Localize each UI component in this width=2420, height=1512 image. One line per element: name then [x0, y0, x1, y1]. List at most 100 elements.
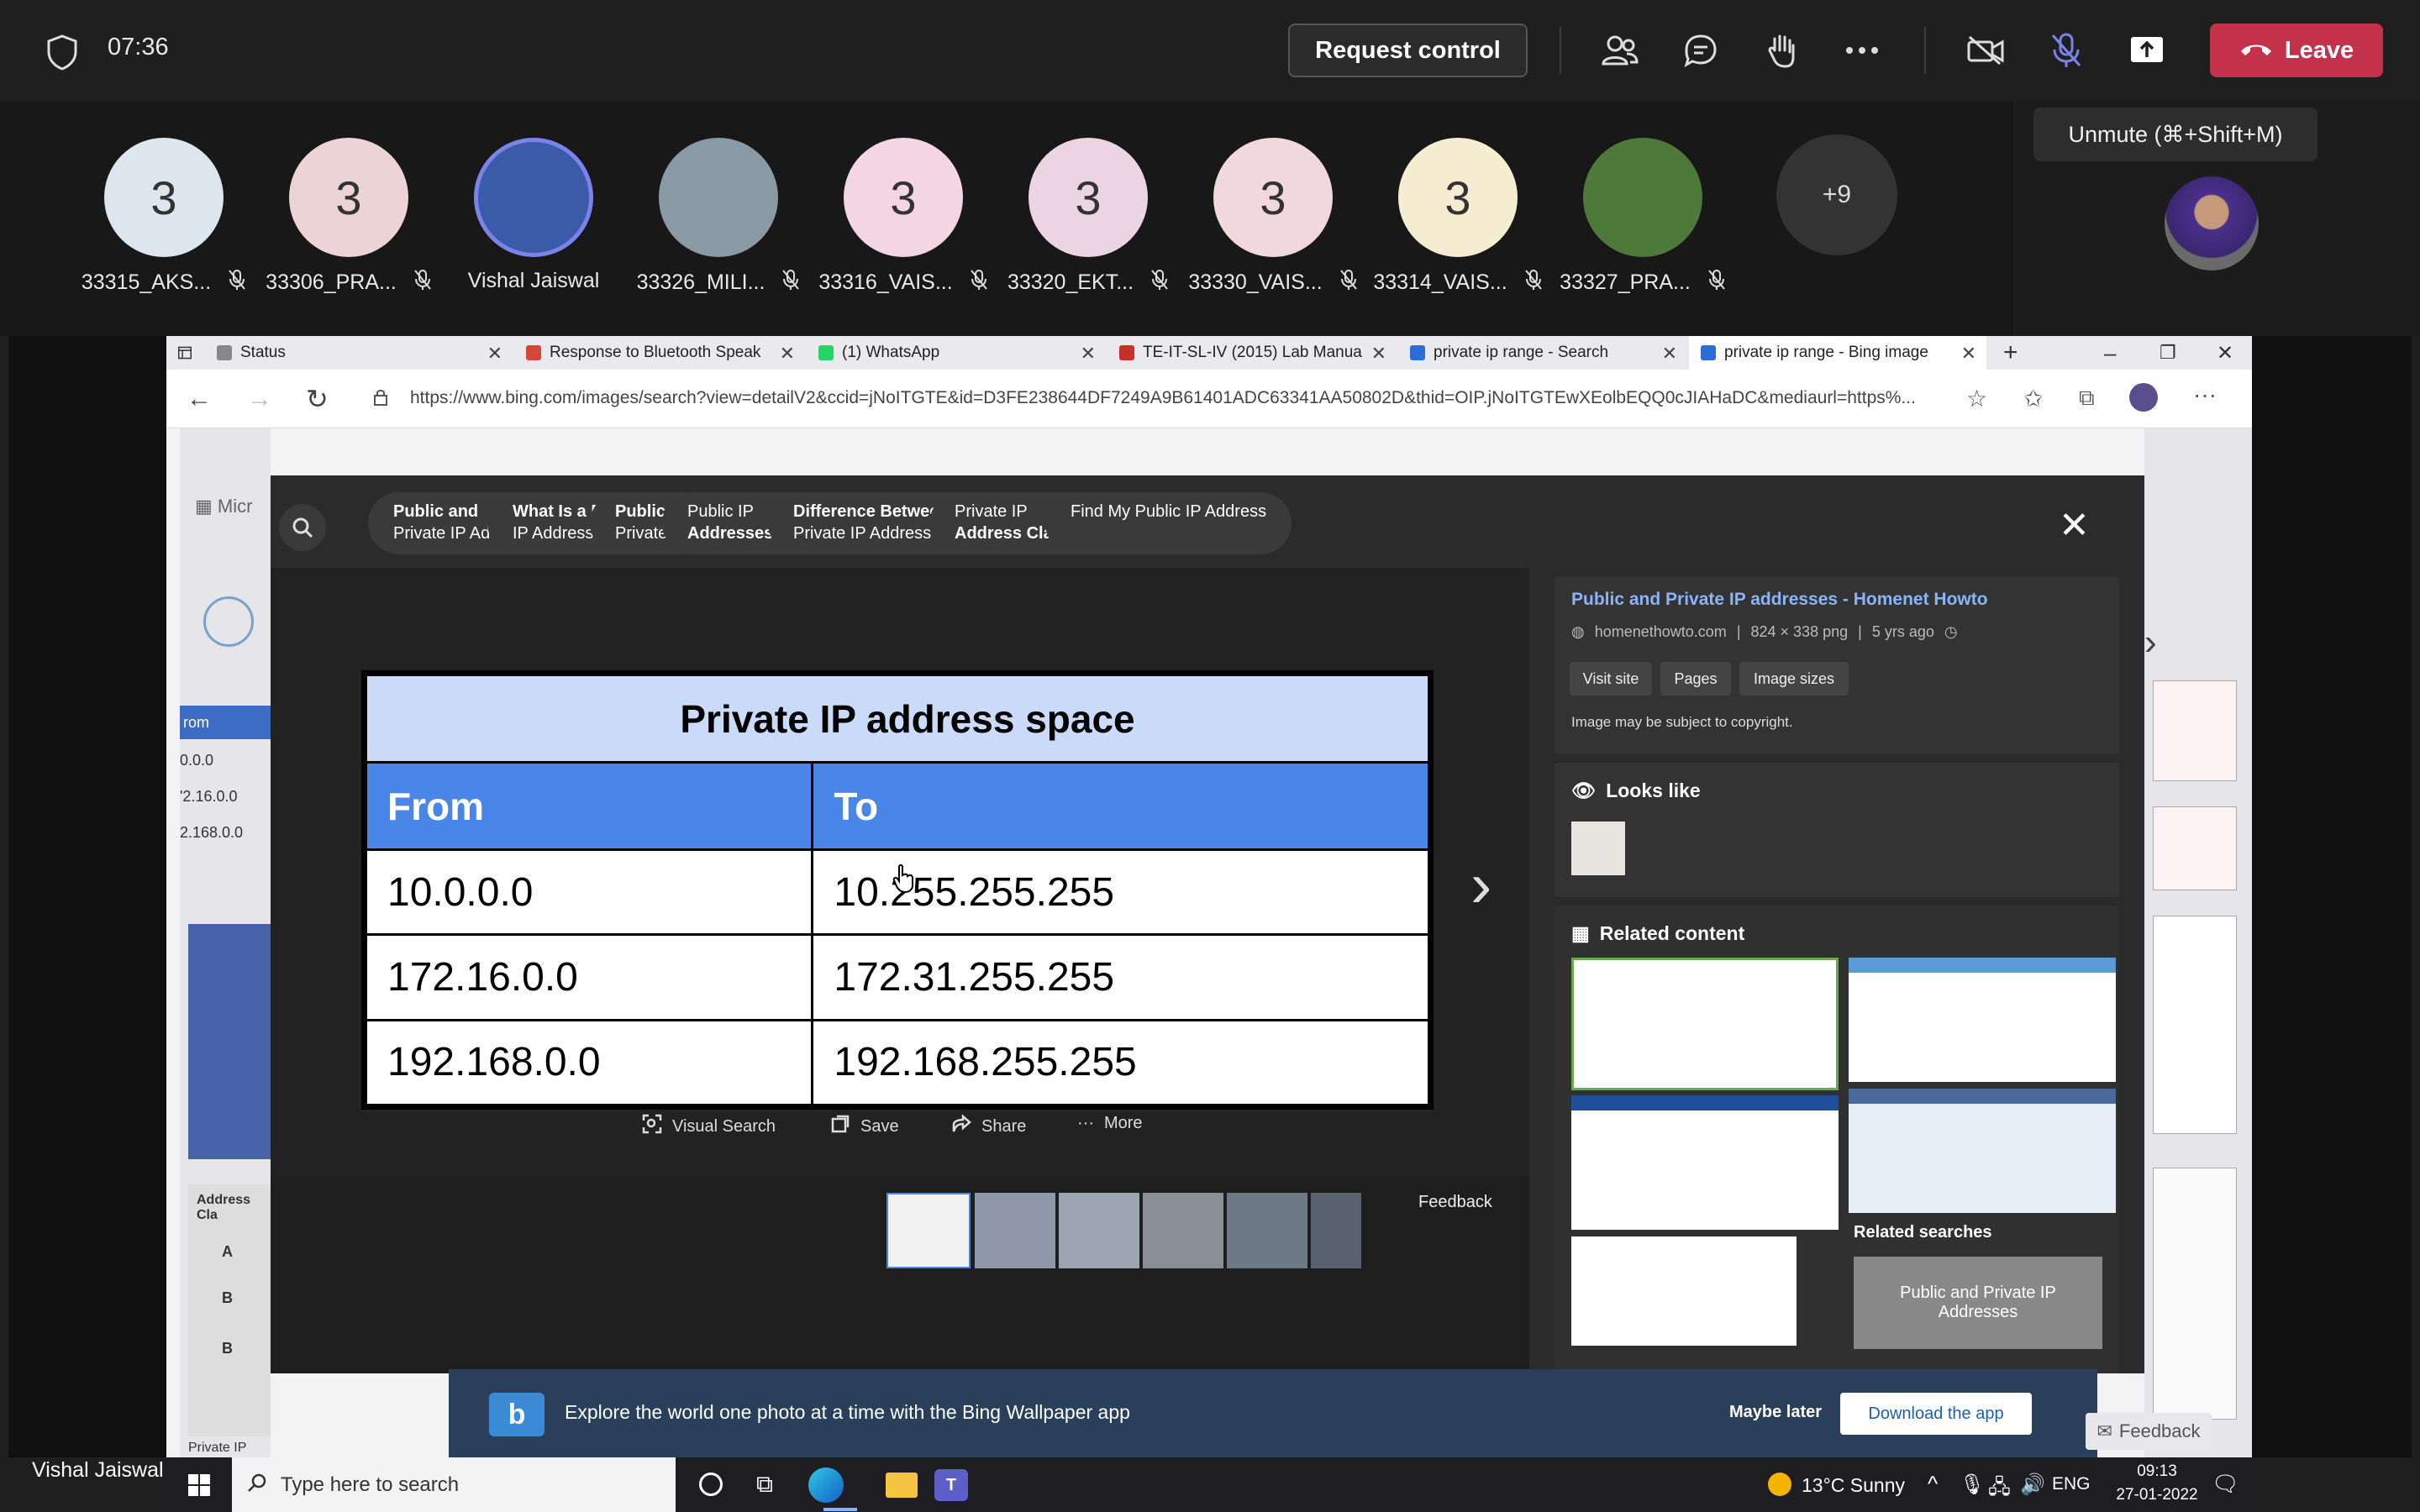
filmstrip-thumb[interactable] — [1143, 1193, 1223, 1268]
related-thumb[interactable] — [1571, 1236, 1797, 1346]
save-button[interactable]: Save — [830, 1114, 899, 1139]
leave-button[interactable]: Leave — [2210, 24, 2383, 77]
camera-off-icon[interactable] — [1962, 27, 2009, 74]
participant-name: 33326_MILI... — [636, 270, 765, 294]
overflow-participants-badge[interactable]: +9 — [1776, 134, 1897, 255]
tab-favicon-icon — [526, 345, 541, 360]
next-results-chevron-icon[interactable]: › — [2144, 622, 2157, 664]
tray-chevron-icon[interactable]: ^ — [1928, 1471, 1938, 1497]
participant-tile[interactable]: 3 33320_EKT... — [1007, 138, 1168, 297]
filmstrip-thumb-active[interactable] — [886, 1193, 971, 1268]
new-tab-button[interactable]: + — [1991, 336, 2022, 370]
windows-start-icon[interactable] — [188, 1474, 210, 1500]
related-thumb[interactable] — [1849, 958, 2116, 1082]
people-icon[interactable] — [1597, 27, 1644, 74]
close-tab-icon[interactable]: ✕ — [1371, 343, 1386, 365]
edge-browser-icon[interactable] — [808, 1467, 844, 1503]
table-header-to: To — [811, 761, 1430, 851]
close-tab-icon[interactable]: ✕ — [1081, 343, 1096, 365]
pages-button[interactable]: Pages — [1660, 662, 1731, 696]
maybe-later-button[interactable]: Maybe later — [1729, 1403, 1822, 1422]
browser-tab[interactable]: TE-IT-SL-IV (2015) Lab Manua ✕ — [1107, 336, 1397, 370]
related-thumb[interactable] — [1849, 1089, 2116, 1213]
share-screen-icon[interactable] — [2123, 27, 2170, 74]
participant-tile[interactable]: 3 33315_AKS... — [82, 138, 245, 297]
bg-thumb — [2153, 916, 2237, 1134]
cortana-icon[interactable] — [699, 1473, 723, 1496]
filmstrip-thumb[interactable] — [975, 1193, 1055, 1268]
related-thumb[interactable] — [1571, 958, 1839, 1090]
task-view-icon[interactable]: ⧉ — [756, 1471, 773, 1499]
clock-time[interactable]: 09:13 — [2111, 1462, 2203, 1481]
page-feedback-button[interactable]: ✉ Feedback — [2086, 1413, 2212, 1450]
network-icon[interactable]: 🖧 — [1988, 1473, 2011, 1507]
participant-tile[interactable]: Vishal Jaiswal — [458, 138, 609, 293]
related-thumb[interactable] — [1571, 1095, 1839, 1230]
favorites-icon[interactable]: ✩ — [2023, 385, 2043, 412]
more-options-icon[interactable] — [1839, 27, 1886, 74]
feedback-link[interactable]: Feedback — [1418, 1193, 1492, 1212]
close-tab-icon[interactable]: ✕ — [487, 343, 502, 365]
image-sizes-button[interactable]: Image sizes — [1739, 662, 1849, 696]
next-image-chevron-icon[interactable]: › — [1470, 853, 1491, 917]
participant-tile[interactable]: 33326_MILI... — [637, 138, 800, 297]
participant-tile[interactable]: 3 33316_VAIS... — [818, 138, 987, 297]
filmstrip-thumb[interactable] — [1227, 1193, 1307, 1268]
share-button[interactable]: Share — [951, 1114, 1026, 1139]
collections-icon[interactable]: ⧉ — [2079, 385, 2095, 412]
participant-tile[interactable]: 3 33306_PRA... — [266, 138, 431, 297]
refresh-icon[interactable]: ↻ — [306, 383, 329, 415]
browser-tab[interactable]: (1) WhatsApp ✕ — [807, 336, 1106, 370]
search-icon[interactable] — [279, 504, 326, 551]
image-info-panel: Public and Private IP addresses - Homene… — [1529, 568, 2144, 1373]
close-overlay-icon[interactable]: ✕ — [2059, 504, 2090, 547]
minimize-button[interactable]: – — [2092, 336, 2128, 370]
related-chip[interactable]: Find My Public IP Address — [1045, 492, 1292, 554]
browser-tab[interactable]: Response to Bluetooth Speak ✕ — [514, 336, 805, 370]
language-indicator[interactable]: ENG — [2052, 1474, 2091, 1494]
visit-site-button[interactable]: Visit site — [1570, 662, 1652, 696]
teams-app-icon[interactable]: T — [934, 1469, 968, 1501]
download-app-button[interactable]: Download the app — [1840, 1393, 2032, 1435]
browser-tab[interactable]: private ip range - Bing image ✕ — [1689, 336, 1986, 370]
tab-label: Response to Bluetooth Speak — [550, 344, 761, 361]
filmstrip-thumb[interactable] — [1059, 1193, 1139, 1268]
source-title[interactable]: Public and Private IP addresses - Homene… — [1571, 590, 1988, 610]
request-control-button[interactable]: Request control — [1288, 24, 1528, 77]
close-tab-icon[interactable]: ✕ — [780, 343, 795, 365]
url-field[interactable]: https://www.bing.com/images/search?view=… — [410, 388, 1916, 408]
participant-tile[interactable]: 33327_PRA... — [1560, 138, 1725, 297]
file-explorer-icon[interactable] — [886, 1473, 918, 1498]
back-icon[interactable]: ← — [187, 385, 212, 413]
browser-tab[interactable]: Status ✕ — [205, 336, 513, 370]
profile-avatar[interactable] — [2129, 383, 2158, 412]
participant-tile[interactable]: 3 33330_VAIS... — [1188, 138, 1357, 297]
maximize-button[interactable]: ❐ — [2148, 336, 2188, 370]
chat-icon[interactable] — [1677, 27, 1724, 74]
weather-text[interactable]: 13°C Sunny — [1802, 1474, 1905, 1497]
settings-menu-icon[interactable]: ··· — [2193, 381, 2217, 408]
participant-tile[interactable]: 3 33314_VAIS... — [1373, 138, 1542, 297]
close-window-button[interactable]: ✕ — [2205, 336, 2245, 370]
volume-icon[interactable]: 🔊 — [2020, 1473, 2045, 1497]
close-tab-icon[interactable]: ✕ — [1961, 343, 1976, 365]
visual-search-button[interactable]: Visual Search — [642, 1114, 776, 1139]
source-site[interactable]: homenethowto.com — [1595, 623, 1727, 641]
taskbar-search-box[interactable]: Type here to search — [232, 1457, 676, 1512]
filmstrip-thumb[interactable] — [1311, 1193, 1361, 1268]
notification-icon[interactable]: 🗨 — [2212, 1471, 2239, 1497]
clock-date[interactable]: 27-01-2022 — [2102, 1486, 2212, 1504]
bing-wallpaper-banner: b Explore the world one photo at a time … — [449, 1369, 2097, 1457]
tab-actions-icon[interactable] — [166, 336, 203, 370]
meta-separator: | — [1858, 623, 1862, 640]
microphone-muted-icon[interactable] — [2043, 27, 2090, 74]
related-search-item[interactable]: Public and Private IP Addresses — [1854, 1257, 2102, 1349]
forward-icon[interactable]: → — [247, 385, 272, 413]
close-tab-icon[interactable]: ✕ — [1662, 343, 1677, 365]
looks-like-thumb[interactable] — [1571, 822, 1625, 875]
raise-hand-icon[interactable] — [1758, 27, 1805, 74]
add-favorite-icon[interactable]: ☆ — [1966, 385, 1987, 412]
more-button[interactable]: ··· More — [1077, 1114, 1143, 1133]
browser-tab[interactable]: private ip range - Search ✕ — [1398, 336, 1687, 370]
tray-mic-icon[interactable]: 🎙 — [1960, 1473, 1985, 1497]
